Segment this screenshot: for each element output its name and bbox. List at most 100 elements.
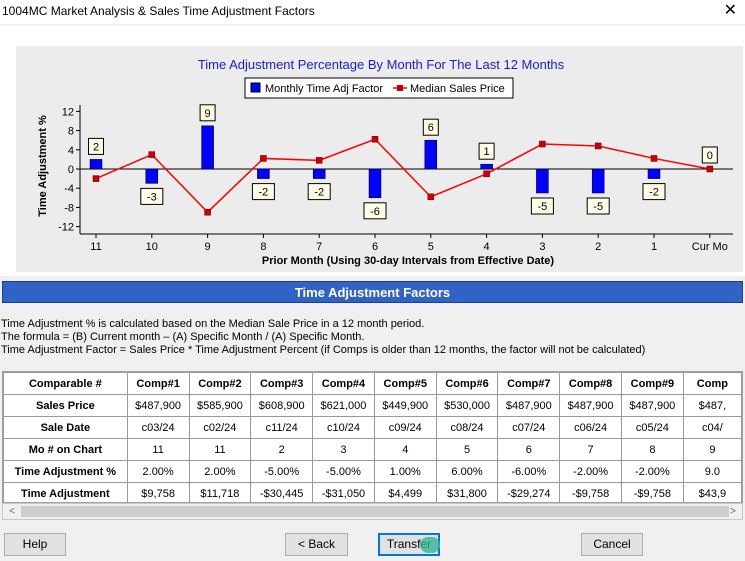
time-adjustment-chart: Time Adjustment Percentage By Month For … xyxy=(16,46,743,272)
table-cell[interactable]: $608,900 xyxy=(250,394,314,417)
table-cell[interactable]: 3 xyxy=(312,438,375,461)
y-tick-label: -4 xyxy=(64,183,74,195)
table-cell[interactable]: 11 xyxy=(126,438,190,461)
table-cell[interactable]: 2.00% xyxy=(188,460,252,483)
table-cell[interactable]: 9 xyxy=(682,438,742,461)
table-cell[interactable]: $530,000 xyxy=(435,394,499,417)
table-cell[interactable]: 6 xyxy=(497,438,561,461)
table-row: Time Adjustment % 2.00% 2.00% -5.00% -5.00% 1… xyxy=(3,460,742,483)
scroll-left-icon[interactable]: < xyxy=(4,504,20,519)
table-cell[interactable]: -5.00% xyxy=(250,460,314,483)
table-cell[interactable]: 2 xyxy=(250,438,314,461)
legend-line-marker xyxy=(397,85,403,91)
data-label: 9 xyxy=(205,108,211,120)
cancel-button[interactable]: Cancel xyxy=(581,533,643,556)
chart-title: Time Adjustment Percentage By Month For … xyxy=(198,57,565,72)
y-tick-label: 0 xyxy=(68,164,74,176)
table-cell[interactable]: c10/24 xyxy=(312,416,375,439)
column-header: Comp xyxy=(682,372,742,395)
horizontal-scrollbar[interactable]: < > xyxy=(2,503,743,520)
y-tick-label: 12 xyxy=(62,106,74,118)
bar xyxy=(201,125,214,170)
table-cell[interactable]: -2.00% xyxy=(559,460,622,483)
table-cell[interactable]: 5 xyxy=(435,438,499,461)
comparables-grid[interactable]: Comparable # Comp#1 Comp#2 Comp#3 Comp#4 Com… xyxy=(2,371,743,503)
line-point xyxy=(371,135,379,143)
chart-panel: Time Adjustment Percentage By Month For … xyxy=(0,26,745,276)
y-axis-label: Time Adjustment % xyxy=(37,115,49,217)
table-cell[interactable]: 4 xyxy=(373,438,437,461)
table-cell[interactable]: c08/24 xyxy=(435,416,499,439)
scroll-right-icon[interactable]: > xyxy=(725,504,741,519)
table-cell[interactable]: $487,900 xyxy=(620,394,684,417)
x-tick-label: 5 xyxy=(428,241,434,253)
comparables-table: Comparable # Comp#1 Comp#2 Comp#3 Comp#4 Com… xyxy=(3,372,742,502)
table-cell[interactable]: $9,758 xyxy=(126,482,190,502)
bar xyxy=(480,163,493,170)
table-cell[interactable]: $11,718 xyxy=(188,482,252,502)
table-cell[interactable]: c07/24 xyxy=(497,416,561,439)
close-icon[interactable]: ✕ xyxy=(724,2,737,20)
back-button[interactable]: < Back xyxy=(285,533,348,556)
column-header: Comp#7 xyxy=(497,372,561,395)
table-cell[interactable]: -$30,445 xyxy=(250,482,314,502)
table-cell[interactable]: $621,000 xyxy=(312,394,375,417)
table-cell[interactable]: 1.00% xyxy=(373,460,437,483)
column-header: Comp#1 xyxy=(126,372,190,395)
table-cell[interactable]: -2.00% xyxy=(620,460,684,483)
data-label: -2 xyxy=(259,187,269,199)
table-cell[interactable]: c02/24 xyxy=(188,416,252,439)
table-cell[interactable]: -$9,758 xyxy=(559,482,622,502)
table-cell[interactable]: c05/24 xyxy=(620,416,684,439)
table-cell[interactable]: $487,900 xyxy=(559,394,622,417)
table-cell[interactable]: -$31,050 xyxy=(312,482,375,502)
table-cell[interactable]: -$29,274 xyxy=(497,482,561,502)
title-bar: 1004MC Market Analysis & Sales Time Adju… xyxy=(0,0,745,24)
section-header: Time Adjustment Factors xyxy=(2,281,743,303)
table-row: Sales Price $487,900 $585,900 $608,900 $621,… xyxy=(3,394,742,417)
column-header: Comp#3 xyxy=(250,372,314,395)
x-tick-label: 4 xyxy=(484,241,490,253)
bar xyxy=(145,168,159,184)
data-label: 1 xyxy=(484,146,490,158)
table-cell[interactable]: c11/24 xyxy=(250,416,314,439)
table-cell[interactable]: $487, xyxy=(682,394,742,417)
bar xyxy=(424,139,438,170)
table-row: Sale Date c03/24 c02/24 c11/24 c10/24 c09/24 c… xyxy=(3,416,742,439)
table-cell[interactable]: 9.0 xyxy=(682,460,742,483)
table-cell[interactable]: c03/24 xyxy=(126,416,190,439)
table-cell[interactable]: -$9,758 xyxy=(620,482,684,502)
x-tick-label: 8 xyxy=(260,241,266,253)
bar xyxy=(257,168,270,179)
data-label: -5 xyxy=(538,201,548,213)
table-cell[interactable]: $585,900 xyxy=(188,394,252,417)
table-cell[interactable]: $43,9 xyxy=(682,482,742,502)
x-tick-label: 7 xyxy=(316,241,322,253)
table-cell[interactable]: 6.00% xyxy=(435,460,499,483)
table-cell[interactable]: 8 xyxy=(620,438,684,461)
table-cell[interactable]: -6.00% xyxy=(497,460,561,483)
notes: Time Adjustment % is calculated based on… xyxy=(1,318,645,357)
help-button[interactable]: Help xyxy=(4,533,66,556)
column-header: Comp#6 xyxy=(435,372,499,395)
table-cell[interactable]: 7 xyxy=(559,438,622,461)
table-cell[interactable]: 11 xyxy=(188,438,252,461)
line-point xyxy=(483,170,490,178)
data-label: 2 xyxy=(93,141,99,153)
x-tick-label: 10 xyxy=(146,241,158,253)
table-cell[interactable]: -5.00% xyxy=(312,460,375,483)
table-cell[interactable]: $449,900 xyxy=(373,394,437,417)
data-label: -3 xyxy=(147,191,157,203)
table-cell[interactable]: $487,900 xyxy=(497,394,561,417)
table-cell[interactable]: $487,900 xyxy=(126,394,190,417)
table-cell[interactable]: $31,800 xyxy=(435,482,499,502)
scroll-thumb[interactable] xyxy=(21,506,729,517)
table-cell[interactable]: c06/24 xyxy=(559,416,622,439)
data-label: -6 xyxy=(370,206,380,218)
table-cell[interactable]: $4,499 xyxy=(373,482,437,502)
table-cell[interactable]: c04/ xyxy=(682,416,742,439)
table-cell[interactable]: c09/24 xyxy=(373,416,437,439)
table-cell[interactable]: 2.00% xyxy=(126,460,190,483)
column-header: Comp#2 xyxy=(188,372,252,395)
x-tick-label: 2 xyxy=(595,241,601,253)
